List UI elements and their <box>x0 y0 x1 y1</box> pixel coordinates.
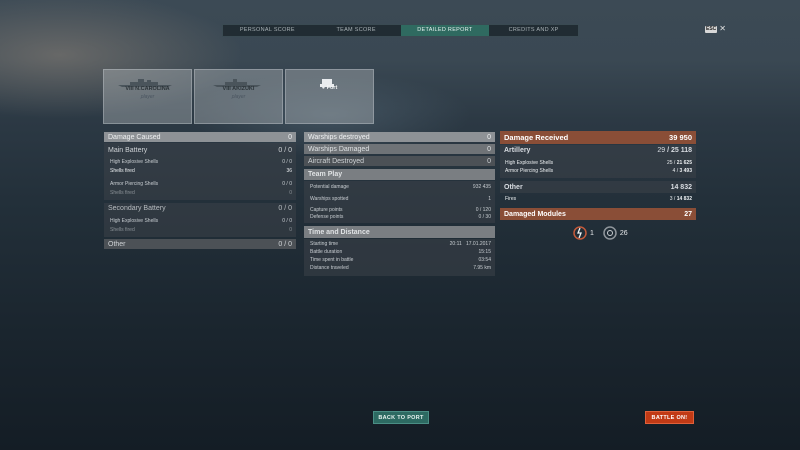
player-name: player <box>231 94 246 100</box>
other-row: Other 0 / 0 <box>104 239 296 249</box>
sb-he-fired-row: Shells fired 0 <box>110 227 292 233</box>
tab-detailed-report[interactable]: DETAILED REPORT <box>400 25 490 36</box>
mb-ap-fired-row: Shells fired 0 <box>110 190 292 196</box>
warships-spotted-row: Warships spotted 1 <box>310 196 491 202</box>
time-distance-header: Time and Distance <box>304 226 495 238</box>
aircraft-destroyed-row: Aircraft Destroyed 0 <box>304 156 495 166</box>
starting-time-row: Starting time 20:11 17.01.2017 <box>310 241 491 247</box>
time-spent-row: Time spent in battle 03:54 <box>310 257 491 263</box>
close-control[interactable]: ESC ✕ <box>705 25 726 33</box>
defense-points-row: Defense points 0 / 30 <box>310 214 491 220</box>
capture-points-row: Capture points 0 / 120 <box>310 207 491 213</box>
received-he-row: High Explosive Shells 25 / 21 625 <box>505 160 692 166</box>
close-icon[interactable]: ✕ <box>719 25 726 33</box>
main-battery-row: Main Battery 0 / 0 <box>108 146 292 154</box>
artillery-row: Artillery 29 / 25 118 <box>504 146 692 154</box>
tab-team-score[interactable]: TEAM SCORE <box>312 25 401 36</box>
fort-name: ● Fort <box>321 85 338 91</box>
potential-damage-row: Potential damage 932 435 <box>310 184 491 190</box>
battle-button[interactable]: BATTLE ON! <box>645 411 694 424</box>
module-icon-group: 1 26 <box>573 226 628 240</box>
ship-card-fort[interactable]: ● Fort <box>285 69 374 124</box>
report-tabs: PERSONAL SCORE TEAM SCORE DETAILED REPOR… <box>222 24 579 37</box>
received-ap-row: Armor Piercing Shells 4 / 3 493 <box>505 168 692 174</box>
distance-row: Distance traveled 7.95 km <box>310 265 491 271</box>
mb-he-fired-row: Shells fired 36 <box>110 168 292 174</box>
mb-ap-row: Armor Piercing Shells 0 / 0 <box>110 181 292 187</box>
back-to-port-button[interactable]: BACK TO PORT <box>373 411 429 424</box>
ship-name: VIII AKIZUKI <box>222 86 255 92</box>
engine-damage-icon <box>573 226 587 240</box>
ship-card-akizuki[interactable]: VIII AKIZUKI player <box>194 69 283 124</box>
sb-he-row: High Explosive Shells 0 / 0 <box>110 218 292 224</box>
secondary-battery-row: Secondary Battery 0 / 0 <box>108 204 292 212</box>
ship-name: VIII N.CAROLINA <box>125 86 170 92</box>
module-hit-count: 26 <box>619 229 628 237</box>
tab-credits-xp[interactable]: CREDITS AND XP <box>489 25 578 36</box>
mb-he-row: High Explosive Shells 0 / 0 <box>110 159 292 165</box>
other-received-row: Other 14 832 <box>500 181 696 193</box>
esc-key-icon[interactable]: ESC <box>705 25 718 33</box>
tab-personal-score[interactable]: PERSONAL SCORE <box>223 25 312 36</box>
fires-row: Fires 3 / 14 832 <box>505 196 692 202</box>
team-play-header: Team Play <box>304 169 495 180</box>
engine-damage-count: 1 <box>590 229 594 237</box>
damaged-modules-header: Damaged Modules 27 <box>500 208 696 220</box>
damage-received-header: Damage Received 39 950 <box>500 131 696 144</box>
player-name: player <box>140 94 155 100</box>
ship-card-n-carolina[interactable]: VIII N.CAROLINA player <box>103 69 192 124</box>
module-hit-icon <box>603 226 617 240</box>
warships-damaged-row: Warships Damaged 0 <box>304 144 495 154</box>
warships-destroyed-row: Warships destroyed 0 <box>304 132 495 142</box>
battle-duration-row: Battle duration 15:15 <box>310 249 491 255</box>
damage-caused-header: Damage Caused 0 <box>104 132 296 142</box>
